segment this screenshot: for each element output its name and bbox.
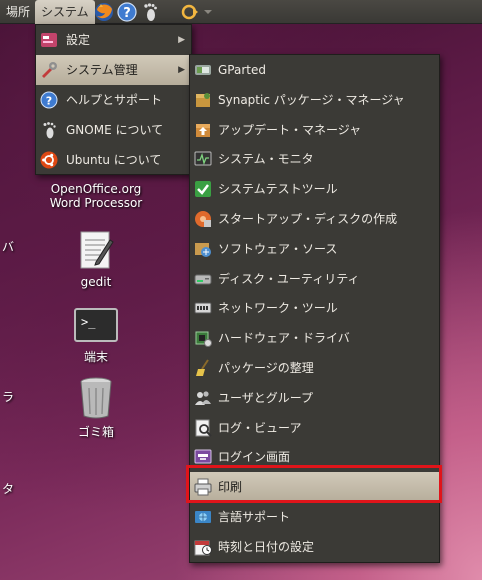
admin-menu-item-11[interactable]: パッケージの整理	[190, 353, 439, 383]
admin-menu-item-label: ディスク・ユーティリティ	[218, 271, 360, 286]
synaptic-icon	[196, 92, 210, 107]
admin-menu-item-label: システム・モニタ	[218, 152, 314, 167]
menu-item-settings-label: 設定	[66, 33, 91, 47]
network-tools-icon	[194, 302, 212, 314]
firefox-icon[interactable]	[94, 2, 114, 22]
terminal-label: 端末	[83, 350, 108, 364]
admin-menu-item-16[interactable]: 言語サポート	[190, 502, 439, 532]
software-sources-icon	[195, 242, 211, 257]
admin-menu-item-label: 言語サポート	[218, 510, 291, 524]
top-panel: 場所 システム ?	[0, 0, 482, 24]
admin-menu-item-label: Synaptic パッケージ・マネージャ	[218, 92, 405, 107]
admin-menu-item-label: アップデート・マネージャ	[218, 122, 362, 137]
admin-menu-item-label: パッケージの整理	[218, 361, 314, 375]
gnome-foot-panel-icon[interactable]	[140, 2, 160, 22]
admin-menu-item-label: GParted	[218, 63, 266, 77]
gparted-icon	[195, 65, 211, 75]
edge-label-2: ラ	[2, 390, 15, 404]
menu-item-help-label: ヘルプとサポート	[66, 93, 163, 107]
hardware-drivers-icon	[195, 331, 212, 348]
admin-menu-item-13[interactable]: ログ・ビューア	[190, 413, 439, 443]
startup-disk-icon	[195, 211, 211, 227]
svg-text:?: ?	[46, 95, 52, 108]
admin-menu-item-2[interactable]: Synaptic パッケージ・マネージャ	[190, 85, 439, 115]
admin-menu-item-12[interactable]: ユーザとグループ	[190, 383, 439, 413]
terminal-launcher[interactable]: >_ 端末	[72, 306, 120, 368]
administration-icon	[42, 62, 57, 78]
svg-text:>_: >_	[81, 315, 96, 329]
system-dropdown-menu: 設定 ▶ システム管理 ▶ ? ヘルプとサポート GNOME について Ubun…	[35, 24, 192, 175]
menu-item-help[interactable]: ? ヘルプとサポート	[36, 85, 191, 115]
system-menu[interactable]: システム	[35, 0, 95, 24]
admin-menu-item-label: システムテストツール	[218, 182, 338, 197]
gnome-foot-icon	[43, 122, 56, 139]
admin-menu-item-10[interactable]: ハードウェア・ドライバ	[190, 323, 439, 353]
menu-item-about-gnome[interactable]: GNOME について	[36, 115, 191, 145]
admin-menu-item-label: 時刻と日付の設定	[218, 539, 315, 554]
admin-menu-item-6[interactable]: スタートアップ・ディスクの作成	[190, 204, 439, 234]
admin-menu-item-label: ネットワーク・ツール	[218, 301, 338, 316]
trash-launcher[interactable]: ゴミ箱	[72, 374, 120, 440]
system-test-icon	[195, 181, 211, 198]
preferences-icon	[41, 33, 57, 47]
users-groups-icon	[195, 391, 211, 405]
gedit-icon	[80, 231, 114, 269]
admin-menu-item-label: ログ・ビューア	[218, 420, 302, 435]
edge-label-1: バ	[2, 240, 15, 254]
admin-menu-item-7[interactable]: ソフトウェア・ソース	[190, 234, 439, 264]
system-monitor-icon	[194, 151, 212, 166]
admin-menu-item-4[interactable]: システム・モニタ	[190, 144, 439, 174]
gedit-label: gedit	[80, 275, 112, 289]
trash-label: ゴミ箱	[77, 425, 114, 439]
help-icon: ?	[40, 91, 58, 109]
admin-menu-item-17[interactable]: 時刻と日付の設定	[190, 532, 439, 562]
openoffice-line1: OpenOffice.org	[50, 182, 142, 196]
submenu-arrow-icon: ▶	[178, 65, 185, 75]
edge-label-3: タ	[2, 482, 15, 496]
help-panel-icon[interactable]: ?	[117, 2, 137, 22]
admin-menu-item-label: ハードウェア・ドライバ	[218, 331, 350, 346]
selection-highlight-frame	[186, 465, 442, 503]
admin-menu-item-label: ユーザとグループ	[218, 390, 314, 405]
admin-menu-item-5[interactable]: システムテストツール	[190, 174, 439, 204]
login-screen-icon	[194, 449, 212, 464]
submenu-arrow-icon: ▶	[178, 35, 185, 45]
network-applet-icon[interactable]	[180, 2, 214, 22]
gedit-launcher[interactable]: gedit	[72, 228, 120, 292]
menu-item-about-ubuntu-label: Ubuntu について	[66, 153, 162, 167]
menu-item-administration[interactable]: システム管理 ▶	[36, 55, 191, 85]
admin-menu-item-label: ソフトウェア・ソース	[218, 241, 338, 256]
places-menu[interactable]: 場所	[0, 2, 36, 22]
openoffice-line2: Word Processor	[49, 196, 143, 210]
trash-icon	[80, 377, 112, 419]
menu-item-about-gnome-label: GNOME について	[66, 123, 164, 137]
broom-icon	[196, 359, 209, 376]
menu-item-settings[interactable]: 設定 ▶	[36, 25, 191, 55]
admin-menu-item-label: スタートアップ・ディスクの作成	[218, 212, 398, 226]
ubuntu-logo-icon	[40, 151, 58, 169]
admin-menu-item-1[interactable]: GParted	[190, 55, 439, 85]
openoffice-launcher-label[interactable]: OpenOffice.org Word Processor	[40, 182, 152, 210]
log-viewer-icon	[195, 419, 212, 437]
admin-menu-item-8[interactable]: ディスク・ユーティリティ	[190, 264, 439, 294]
terminal-icon: >_	[74, 308, 118, 342]
disk-utility-icon	[194, 274, 212, 285]
time-date-icon	[194, 540, 212, 556]
admin-menu-item-3[interactable]: アップデート・マネージャ	[190, 115, 439, 145]
language-support-icon	[195, 511, 211, 523]
menu-item-about-ubuntu[interactable]: Ubuntu について	[36, 145, 191, 175]
admin-menu-item-9[interactable]: ネットワーク・ツール	[190, 293, 439, 323]
menu-item-administration-label: システム管理	[66, 63, 138, 77]
update-manager-icon	[196, 123, 210, 137]
svg-text:?: ?	[123, 6, 131, 21]
